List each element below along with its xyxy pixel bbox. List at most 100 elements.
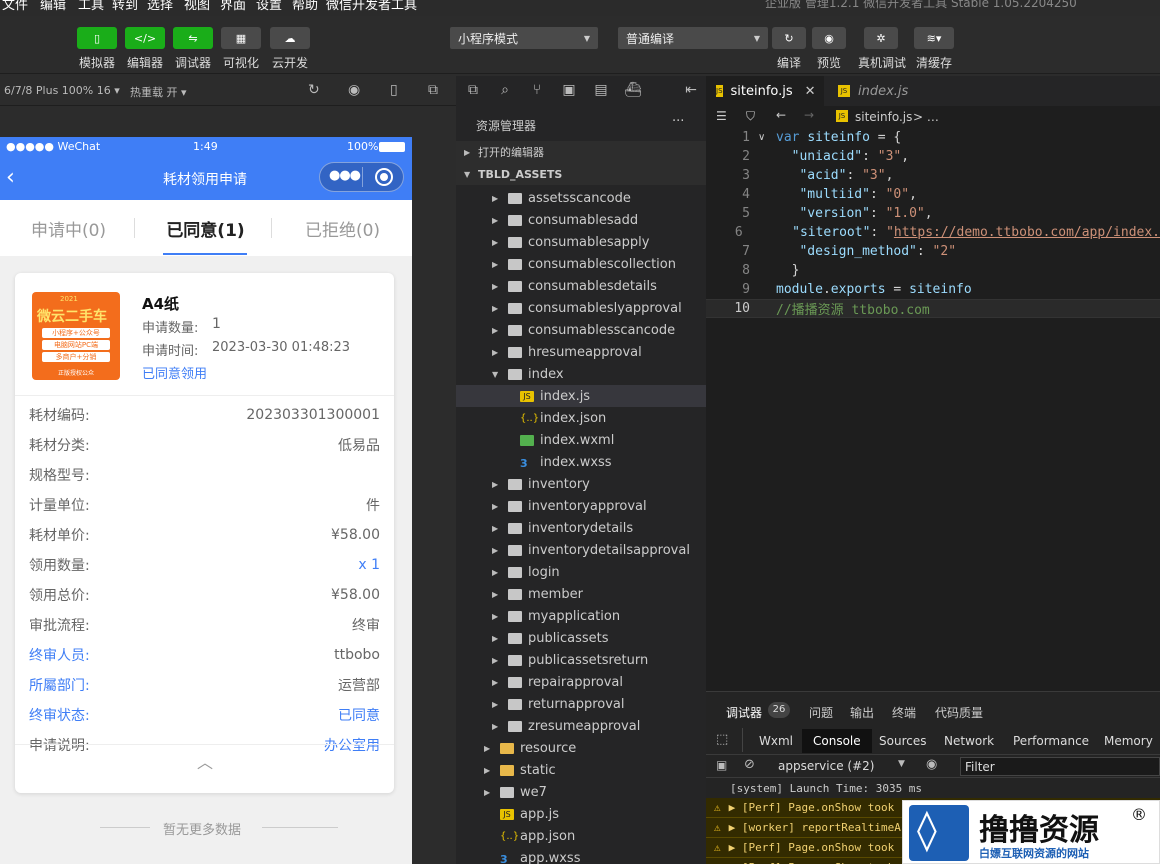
menu-edit[interactable]: 编辑 bbox=[40, 0, 66, 13]
context-select[interactable]: appservice (#2) bbox=[778, 759, 874, 773]
tree-item[interactable]: ▶ login bbox=[456, 561, 706, 583]
tree-item[interactable]: ▶ publicassets bbox=[456, 627, 706, 649]
more-icon[interactable]: ●●● bbox=[329, 168, 361, 183]
back-icon[interactable]: ← bbox=[776, 108, 786, 122]
tab-performance[interactable]: Performance bbox=[1013, 729, 1089, 753]
console-message[interactable]: [system] Launch Time: 3035 ms bbox=[706, 778, 1160, 798]
eye-icon[interactable]: ◉ bbox=[926, 757, 937, 772]
files-icon[interactable]: ⧉ bbox=[464, 82, 482, 100]
code-line[interactable]: 4 "multiid": "0", bbox=[706, 185, 1160, 204]
tab-problems[interactable]: 问题 bbox=[809, 704, 833, 721]
tree-item[interactable]: 3 index.wxss bbox=[456, 451, 706, 473]
tree-item[interactable]: {..} index.json bbox=[456, 407, 706, 429]
tree-item[interactable]: ▶ inventory bbox=[456, 473, 706, 495]
tree-item[interactable]: ▶ resource bbox=[456, 737, 706, 759]
tab-network[interactable]: Network bbox=[944, 729, 994, 753]
tab-code-quality[interactable]: 代码质量 bbox=[935, 704, 983, 721]
menu-tools[interactable]: 工具 bbox=[78, 0, 104, 13]
tree-item[interactable]: ▶ repairapproval bbox=[456, 671, 706, 693]
code-line[interactable]: 8 } bbox=[706, 261, 1160, 280]
tab-memory[interactable]: Memory bbox=[1104, 729, 1153, 753]
tree-item[interactable]: JS app.js bbox=[456, 803, 706, 825]
tree-item[interactable]: ▶ we7 bbox=[456, 781, 706, 803]
filter-input[interactable]: Filter bbox=[960, 757, 1160, 776]
tree-item[interactable]: ▶ consumablescollection bbox=[456, 253, 706, 275]
tree-item[interactable]: ▶ member bbox=[456, 583, 706, 605]
list-icon[interactable]: ☰ bbox=[716, 109, 727, 123]
clear-console-icon[interactable]: ⊘ bbox=[744, 757, 755, 772]
chevron-up-icon[interactable]: ︿ bbox=[197, 749, 213, 773]
code-line[interactable]: 10 //播播资源 ttbobo.com bbox=[706, 299, 1160, 318]
tree-item[interactable]: ▶ hresumeapproval bbox=[456, 341, 706, 363]
code-line[interactable]: 2 "uniacid": "3", bbox=[706, 147, 1160, 166]
storage-icon[interactable]: ▤ bbox=[592, 82, 610, 100]
debugger-button[interactable]: ⇋ bbox=[173, 27, 213, 49]
tab-console[interactable]: Console bbox=[802, 729, 872, 753]
compile-button[interactable]: ↻ bbox=[772, 27, 806, 49]
phone-icon[interactable]: ▯ bbox=[390, 82, 398, 98]
preview-button[interactable]: ◉ bbox=[812, 27, 846, 49]
close-icon[interactable]: ✕ bbox=[805, 84, 816, 99]
close-icon[interactable] bbox=[375, 168, 393, 186]
tree-item[interactable]: ▶ consumablesapply bbox=[456, 231, 706, 253]
collapse-icon[interactable]: ⇤ bbox=[682, 82, 700, 100]
tab-pending[interactable]: 申请中(0) bbox=[0, 200, 137, 256]
tree-item[interactable]: ▶ assetsscancode bbox=[456, 187, 706, 209]
menu-settings[interactable]: 设置 bbox=[256, 0, 282, 13]
menu-ui[interactable]: 界面 bbox=[220, 0, 246, 13]
tab-approved[interactable]: 已同意(1) bbox=[137, 200, 274, 256]
tab-siteinfo-js[interactable]: JS siteinfo.js ✕ bbox=[706, 76, 824, 106]
tree-item[interactable]: ▶ zresumeapproval bbox=[456, 715, 706, 737]
tree-item[interactable]: ▶ returnapproval bbox=[456, 693, 706, 715]
menu-goto[interactable]: 转到 bbox=[112, 0, 138, 13]
open-editors-section[interactable]: ▶ 打开的编辑器 bbox=[456, 141, 706, 163]
tab-wxml[interactable]: Wxml bbox=[759, 729, 793, 753]
visual-button[interactable]: ▦ bbox=[221, 27, 261, 49]
tree-item[interactable]: ▶ publicassetsreturn bbox=[456, 649, 706, 671]
tree-item[interactable]: ▶ consumableslyapproval bbox=[456, 297, 706, 319]
editor-button[interactable]: </> bbox=[125, 27, 165, 49]
code-line[interactable]: 9 module. exports = siteinfo bbox=[706, 280, 1160, 299]
tab-rejected[interactable]: 已拒绝(0) bbox=[274, 200, 411, 256]
mode-select[interactable]: 小程序模式 ▼ bbox=[450, 27, 598, 49]
source-control-icon[interactable]: ⑂ bbox=[528, 82, 546, 100]
menu-select[interactable]: 选择 bbox=[147, 0, 173, 13]
tree-item[interactable]: ▶ inventorydetails bbox=[456, 517, 706, 539]
breadcrumb-file[interactable]: siteinfo.js bbox=[855, 110, 912, 124]
docker-icon[interactable]: ⛴ bbox=[624, 82, 642, 100]
cloud-button[interactable]: ☁ bbox=[270, 27, 310, 49]
tree-item[interactable]: {..} app.json bbox=[456, 825, 706, 847]
stop-icon[interactable]: ◉ bbox=[348, 82, 360, 98]
tree-item[interactable]: ▶ inventorydetailsapproval bbox=[456, 539, 706, 561]
inspect-icon[interactable]: ⬚ bbox=[716, 732, 728, 747]
tree-item[interactable]: ▶ myapplication bbox=[456, 605, 706, 627]
tree-item[interactable]: index.wxml bbox=[456, 429, 706, 451]
tree-item[interactable]: ▶ static bbox=[456, 759, 706, 781]
simulator-button[interactable]: ▯ bbox=[77, 27, 117, 49]
code-line[interactable]: 7 "design_method": "2" bbox=[706, 242, 1160, 261]
code-line[interactable]: 6 "siteroot": " https://demo.ttbobo.com/a… bbox=[706, 223, 1160, 242]
refresh-icon[interactable]: ↻ bbox=[308, 82, 320, 98]
tab-output[interactable]: 输出 bbox=[850, 704, 874, 721]
hot-reload-toggle[interactable]: 热重载 开 ▾ bbox=[130, 84, 187, 100]
tab-terminal[interactable]: 终端 bbox=[892, 704, 916, 721]
sidebar-toggle-icon[interactable]: ▣ bbox=[716, 758, 727, 772]
code-line[interactable]: 3 "acid": "3", bbox=[706, 166, 1160, 185]
more-icon[interactable]: ··· bbox=[672, 114, 684, 129]
code-line[interactable]: 5 "version": "1.0", bbox=[706, 204, 1160, 223]
tree-item[interactable]: JS index.js bbox=[456, 385, 706, 407]
menu-help[interactable]: 帮助 bbox=[292, 0, 318, 13]
application-card[interactable]: 2021 微云二手车 小程序+公众号 电脑网站PC端 多商户+分销 正版授权公众… bbox=[15, 273, 394, 793]
extensions-icon[interactable]: ▣ bbox=[560, 82, 578, 100]
tree-item[interactable]: ▶ consumablesadd bbox=[456, 209, 706, 231]
clear-cache-button[interactable]: ≋▾ bbox=[914, 27, 954, 49]
bookmark-icon[interactable]: ⛉ bbox=[746, 109, 755, 124]
menu-view[interactable]: 视图 bbox=[184, 0, 210, 13]
forward-icon[interactable]: → bbox=[804, 108, 814, 122]
code-line[interactable]: 1 var siteinfo = { bbox=[706, 128, 1160, 147]
device-select[interactable]: 6/7/8 Plus 100% 16 ▾ bbox=[4, 84, 120, 97]
tab-debugger[interactable]: 调试器 bbox=[726, 704, 762, 721]
popout-icon[interactable]: ⧉ bbox=[428, 82, 438, 98]
tree-item[interactable]: ▶ consumablesscancode bbox=[456, 319, 706, 341]
tree-item[interactable]: ▼ index bbox=[456, 363, 706, 385]
